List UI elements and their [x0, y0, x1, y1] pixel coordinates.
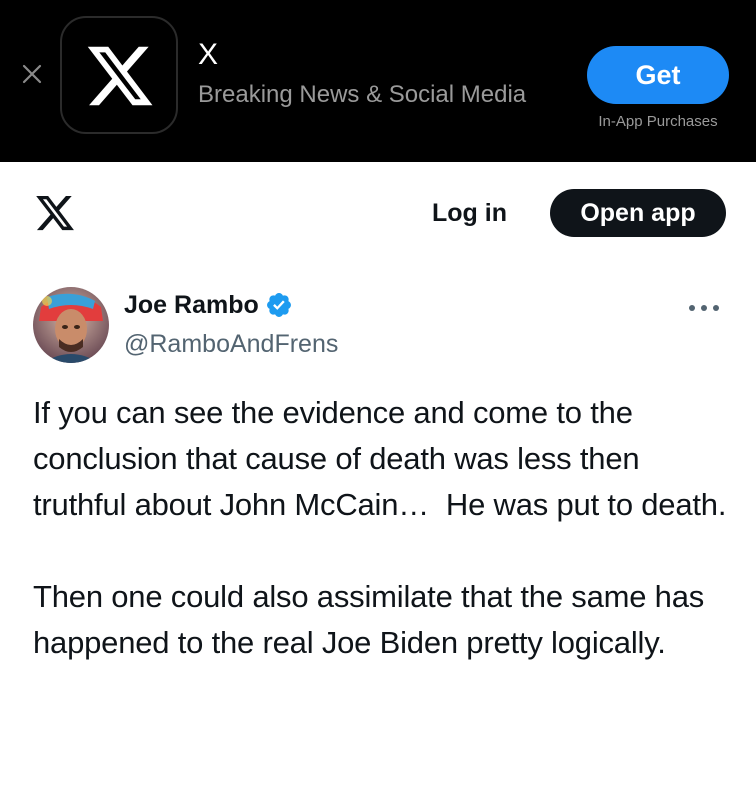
more-horizontal-icon[interactable] — [686, 298, 722, 318]
author-name[interactable]: Joe Rambo — [124, 288, 259, 322]
in-app-purchases-label: In-App Purchases — [598, 113, 718, 130]
avatar[interactable] — [33, 287, 109, 363]
author-name-row[interactable]: Joe Rambo — [124, 288, 293, 322]
close-icon[interactable] — [20, 62, 44, 86]
get-button[interactable]: Get — [587, 46, 729, 104]
app-store-banner: X Breaking News & Social Media Get In-Ap… — [0, 0, 756, 162]
x-logo-icon[interactable] — [33, 192, 77, 239]
verified-badge-icon — [265, 291, 293, 319]
author-handle[interactable]: @RamboAndFrens — [124, 328, 338, 360]
app-subtitle: Breaking News & Social Media — [198, 81, 527, 108]
open-app-button[interactable]: Open app — [550, 189, 726, 237]
app-icon[interactable] — [60, 16, 178, 134]
x-logo-icon — [87, 46, 153, 106]
login-link[interactable]: Log in — [432, 196, 507, 230]
app-name: X — [198, 38, 219, 71]
tweet-text: If you can see the evidence and come to … — [33, 395, 727, 660]
